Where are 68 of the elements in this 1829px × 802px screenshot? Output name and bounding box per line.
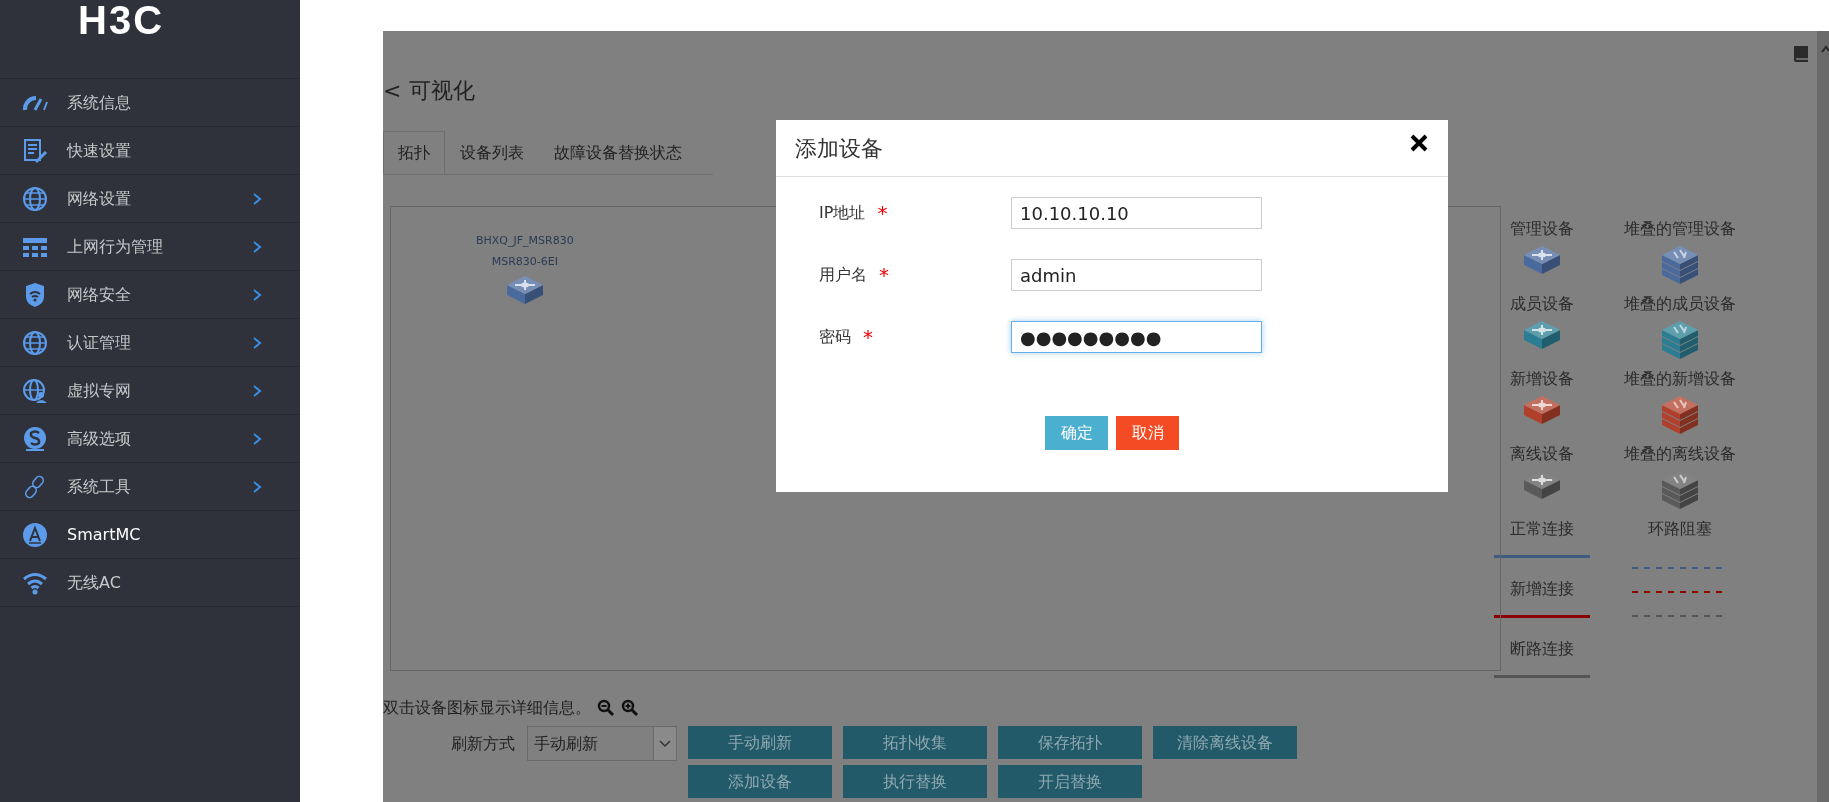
menu-label: 无线AC (67, 571, 122, 594)
input-field[interactable]: ●●●●●●●●● (1011, 321, 1262, 353)
sidebar-item[interactable]: 系统工具 (0, 463, 300, 511)
sidebar-item[interactable]: 认证管理 (0, 319, 300, 367)
menu-label: 虚拟专网 (67, 379, 132, 402)
caret-up-icon (1821, 45, 1829, 53)
legend-label: 堆叠的成员设备 (1624, 293, 1736, 315)
legend-label: 管理设备 (1510, 218, 1574, 240)
triangle-circle-icon (22, 521, 48, 548)
legend-label: 堆叠的离线设备 (1624, 443, 1736, 465)
device-name: BHXQ_JF_MSR830 (476, 233, 574, 249)
tab[interactable]: 拓扑 (383, 131, 445, 174)
legend-label: 环路阻塞 (1648, 518, 1712, 540)
menu-label: SmartMC (67, 523, 142, 546)
menu-label: 认证管理 (67, 331, 132, 354)
tab[interactable]: 设备列表 (445, 131, 539, 174)
field-label: 刷新方式 (450, 732, 516, 755)
menu-label: 网络安全 (67, 283, 132, 306)
sidebar-item[interactable]: 快速设置 (0, 127, 300, 175)
sidebar-item[interactable]: 系统信息 (0, 79, 300, 127)
field-label: 用户名 (819, 264, 867, 286)
dialog-title: 添加设备 (795, 134, 884, 163)
input-field[interactable]: 10.10.10.10 (1011, 197, 1262, 229)
caret-down-icon (659, 739, 671, 748)
tab[interactable]: 故障设备替换状态 (539, 131, 697, 174)
legend-label: 离线设备 (1510, 443, 1574, 465)
menu-label: 上网行为管理 (67, 235, 164, 258)
legend-label: 堆叠的新增设备 (1624, 368, 1736, 390)
legend-label: 堆叠的管理设备 (1624, 218, 1736, 240)
legend-label: 成员设备 (1510, 293, 1574, 315)
legend-label: 新增设备 (1510, 368, 1574, 390)
sidebar-item[interactable]: 网络安全 (0, 271, 300, 319)
close-icon (1410, 133, 1428, 152)
input-field[interactable]: admin (1011, 259, 1262, 291)
menu-label: 网络设置 (67, 187, 132, 210)
swirl-circle-icon (22, 425, 48, 452)
cancel-button[interactable]: 取消 (1116, 416, 1179, 450)
back-link[interactable]: < (383, 73, 402, 107)
sidebar-item[interactable]: 上网行为管理 (0, 223, 300, 271)
field-label: 密码 (819, 326, 851, 348)
refresh-select[interactable]: 手动刷新 (527, 726, 677, 761)
required-mark: * (863, 324, 873, 351)
field-label: IP地址 (819, 202, 866, 224)
device-model: MSR830-6EI (491, 253, 558, 270)
menu-label: 高级选项 (67, 427, 132, 450)
legend-label: 断路连接 (1510, 638, 1574, 660)
menu-label: 快速设置 (67, 139, 132, 162)
legend-label: 正常连接 (1510, 518, 1574, 540)
menu-label: 系统信息 (67, 91, 132, 114)
required-mark: * (877, 200, 888, 227)
zoom-out-icon[interactable] (597, 699, 615, 717)
book-icon (1792, 44, 1810, 64)
sidebar-item[interactable]: 网络设置 (0, 175, 300, 223)
document-wrench-icon (22, 137, 48, 164)
logo: H3C (78, 0, 165, 40)
sidebar-item[interactable]: 高级选项 (0, 415, 300, 463)
legend-label: 新增连接 (1510, 578, 1574, 600)
menu-label: 系统工具 (67, 475, 132, 498)
page-title: 可视化 (409, 76, 476, 105)
globe-icon (22, 185, 48, 212)
sidebar-item[interactable]: 无线AC (0, 559, 300, 607)
sidebar-item[interactable]: 虚拟专网 (0, 367, 300, 415)
hint-text: 双击设备图标显示详细信息。 (383, 697, 591, 719)
globe-user-icon (22, 377, 48, 404)
required-mark: * (879, 262, 889, 289)
sidebar-item[interactable]: SmartMC (0, 511, 300, 559)
zoom-in-icon[interactable] (621, 699, 639, 717)
globe-icon (22, 329, 48, 356)
